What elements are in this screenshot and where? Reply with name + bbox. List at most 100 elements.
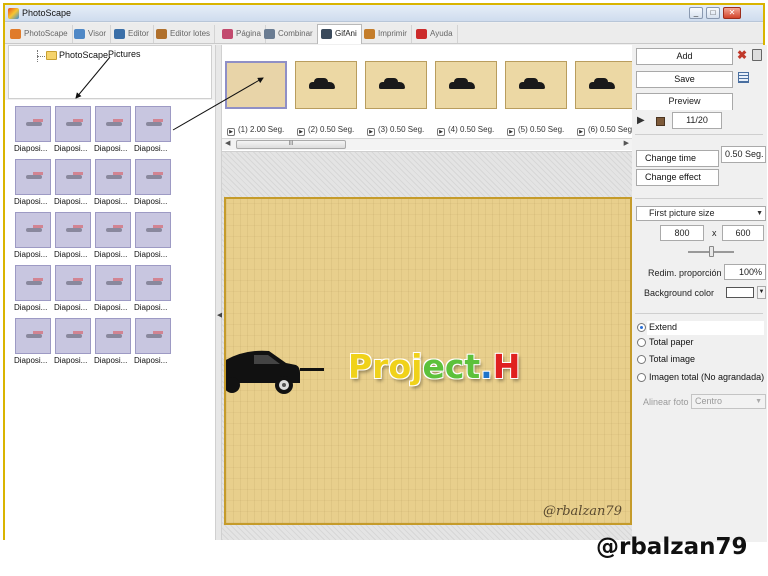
animation-frame[interactable] — [225, 61, 287, 109]
thumbnail-item[interactable]: Diaposi... — [14, 261, 54, 314]
thumbnail-item[interactable]: Diaposi... — [54, 102, 94, 155]
signature-text: @rbalzan79 — [543, 504, 622, 519]
thumbnail-item[interactable]: Diaposi... — [94, 155, 134, 208]
thumbnail-car — [66, 281, 82, 285]
scroll-left-icon[interactable]: ◀ — [225, 139, 230, 147]
frame-duration-label[interactable]: ▶ (2) 0.50 Seg. — [297, 125, 354, 136]
thumbnail-item[interactable]: Diaposi... — [94, 314, 134, 367]
tree-item-photoscape[interactable]: PhotoScape — [59, 50, 108, 60]
tab-label: Editor lotes — [170, 29, 211, 38]
size-separator-label: x — [712, 228, 717, 238]
chevron-down-icon[interactable]: ▼ — [757, 286, 766, 299]
fit-mode-radio[interactable] — [637, 338, 646, 347]
frame-play-icon[interactable]: ▶ — [437, 128, 445, 136]
tab-ayuda[interactable]: Ayuda — [413, 25, 458, 43]
thumbnail-label: Diaposi... — [94, 250, 128, 259]
thumbnail-item[interactable]: Diaposi... — [54, 314, 94, 367]
close-button[interactable]: ✕ — [723, 7, 741, 19]
fit-mode-radio[interactable] — [637, 355, 646, 364]
fit-mode-radio[interactable] — [637, 373, 646, 382]
fit-mode-radio[interactable] — [637, 323, 646, 332]
thumbnail-item[interactable]: Diaposi... — [134, 261, 174, 314]
animation-frame[interactable] — [295, 61, 357, 109]
frame-play-icon[interactable]: ▶ — [227, 128, 235, 136]
scroll-thumb[interactable]: III — [236, 140, 346, 149]
tab-visor[interactable]: Visor — [71, 25, 112, 43]
thumbnail-item[interactable]: Diaposi... — [134, 155, 174, 208]
frame-play-icon[interactable]: ▶ — [577, 128, 585, 136]
save-button[interactable]: Save — [636, 71, 733, 88]
change-time-button[interactable]: Change time — [636, 150, 719, 167]
add-button[interactable]: Add — [636, 48, 733, 65]
tab-gifani[interactable]: GifAni — [317, 24, 362, 44]
thumbnail-item[interactable]: Diaposi... — [14, 155, 54, 208]
animation-frame[interactable] — [435, 61, 497, 109]
thumbnail-label: Diaposi... — [54, 250, 88, 259]
frame-strip-scrollbar[interactable]: ◀ III ▶ — [222, 138, 632, 150]
animation-frame[interactable] — [365, 61, 427, 109]
thumbnail-text — [113, 119, 123, 122]
scroll-right-icon[interactable]: ▶ — [624, 139, 629, 147]
thumbnail-item[interactable]: Diaposi... — [14, 102, 54, 155]
fit-mode-label[interactable]: Total paper — [649, 337, 694, 347]
thumbnail-item[interactable]: Diaposi... — [14, 314, 54, 367]
thumbnail-item[interactable]: Diaposi... — [54, 208, 94, 261]
thumbnail-item[interactable]: Diaposi... — [94, 208, 134, 261]
tab-imprimir[interactable]: Imprimir — [361, 25, 412, 43]
thumbnail-item[interactable]: Diaposi... — [94, 261, 134, 314]
stop-icon[interactable] — [656, 117, 665, 126]
play-icon[interactable]: ▶ — [637, 115, 647, 127]
width-field[interactable]: 800 — [660, 225, 704, 241]
tab-icon — [416, 29, 427, 39]
trash-icon[interactable] — [752, 49, 762, 61]
frame-play-icon[interactable]: ▶ — [367, 128, 375, 136]
tab-icon — [10, 29, 21, 39]
thumbnail-item[interactable]: Diaposi... — [14, 208, 54, 261]
preview-tab[interactable]: Preview — [636, 93, 733, 110]
minimize-button[interactable]: _ — [689, 7, 703, 19]
page: PhotoScape _ □ ✕ PhotoScape Visor Editor Ed… — [0, 0, 768, 576]
frame-duration-label[interactable]: ▶ (1) 2.00 Seg. — [227, 125, 284, 136]
tab-editor-lotes[interactable]: Editor lotes — [153, 25, 216, 43]
frame-duration-label[interactable]: ▶ (4) 0.50 Seg. — [437, 125, 494, 136]
thumbnail-image — [135, 106, 171, 142]
fit-mode-label[interactable]: Total image — [649, 354, 695, 364]
maximize-button[interactable]: □ — [706, 7, 720, 19]
resize-slider-thumb[interactable] — [709, 246, 714, 257]
thumbnail-text — [73, 225, 83, 228]
size-select[interactable]: First picture size ▼ — [636, 206, 766, 221]
align-select-value: Centro — [695, 396, 723, 406]
list-icon[interactable] — [738, 72, 749, 83]
thumbnail-image — [135, 212, 171, 248]
tab-editor[interactable]: Editor — [111, 25, 154, 43]
tab-página[interactable]: Página — [219, 25, 266, 43]
animation-frame[interactable] — [575, 61, 632, 109]
background-color-swatch[interactable] — [726, 287, 754, 298]
tab-combinar[interactable]: Combinar — [261, 25, 318, 43]
thumbnail-text — [113, 172, 123, 175]
thumbnail-item[interactable]: Diaposi... — [134, 208, 174, 261]
animation-frame[interactable] — [505, 61, 567, 109]
frame-play-icon[interactable]: ▶ — [297, 128, 305, 136]
frame-play-icon[interactable]: ▶ — [507, 128, 515, 136]
tab-photoscape[interactable]: PhotoScape — [7, 25, 73, 43]
frame-duration-label[interactable]: ▶ (5) 0.50 Seg. — [507, 125, 564, 136]
thumbnail-item[interactable]: Diaposi... — [54, 261, 94, 314]
thumbnail-item[interactable]: Diaposi... — [134, 102, 174, 155]
pictures-annotation-label: Pictures — [108, 49, 141, 59]
fit-mode-label[interactable]: Extend — [649, 322, 677, 332]
thumbnail-item[interactable]: Diaposi... — [134, 314, 174, 367]
fit-mode-label[interactable]: Imagen total (No agrandada) — [649, 372, 764, 382]
thumbnail-item[interactable]: Diaposi... — [94, 102, 134, 155]
frame-duration-text: (1) 2.00 Seg. — [238, 125, 285, 134]
frame-duration-label[interactable]: ▶ (3) 0.50 Seg. — [367, 125, 424, 136]
change-effect-button[interactable]: Change effect — [636, 169, 719, 186]
delete-icon[interactable]: ✖ — [737, 49, 747, 61]
pane-splitter[interactable]: ◀ — [215, 45, 222, 540]
thumbnail-item[interactable]: Diaposi... — [54, 155, 94, 208]
height-field[interactable]: 600 — [722, 225, 764, 241]
time-field[interactable]: 0.50 Seg. — [721, 146, 766, 163]
frame-duration-label[interactable]: ▶ (6) 0.50 Seg. — [577, 125, 632, 136]
chevron-down-icon[interactable]: ▼ — [756, 207, 763, 220]
resize-field[interactable]: 100% — [724, 264, 766, 280]
